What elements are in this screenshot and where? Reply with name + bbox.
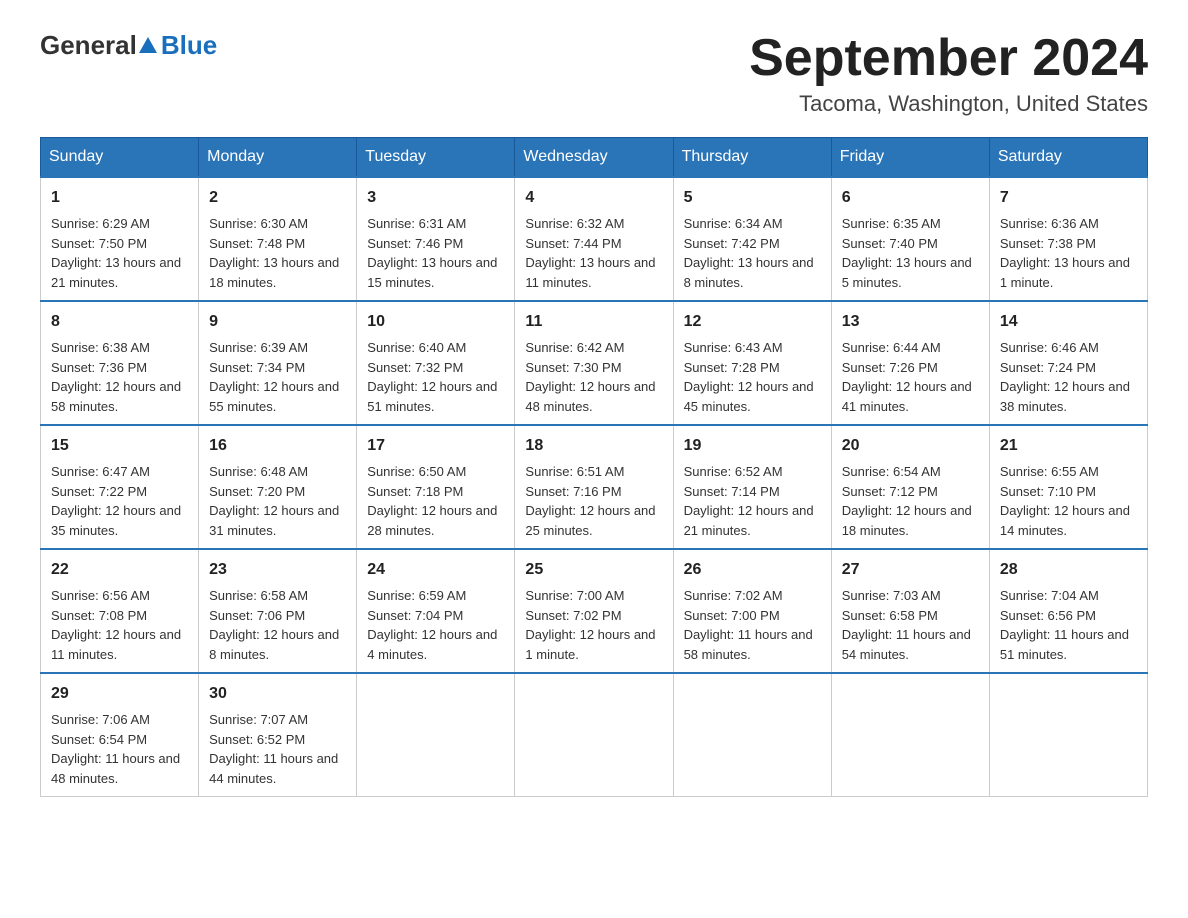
calendar-cell: 8Sunrise: 6:38 AMSunset: 7:36 PMDaylight… — [41, 301, 199, 425]
calendar-cell — [515, 673, 673, 797]
weekday-header-tuesday: Tuesday — [357, 138, 515, 178]
calendar-cell: 19Sunrise: 6:52 AMSunset: 7:14 PMDayligh… — [673, 425, 831, 549]
calendar-cell: 10Sunrise: 6:40 AMSunset: 7:32 PMDayligh… — [357, 301, 515, 425]
day-number: 22 — [51, 558, 188, 582]
day-number: 19 — [684, 434, 821, 458]
logo-blue-text: Blue — [161, 30, 217, 61]
calendar-cell: 24Sunrise: 6:59 AMSunset: 7:04 PMDayligh… — [357, 549, 515, 673]
day-number: 30 — [209, 682, 346, 706]
day-number: 9 — [209, 310, 346, 334]
day-number: 24 — [367, 558, 504, 582]
calendar-cell: 28Sunrise: 7:04 AMSunset: 6:56 PMDayligh… — [989, 549, 1147, 673]
calendar-cell: 12Sunrise: 6:43 AMSunset: 7:28 PMDayligh… — [673, 301, 831, 425]
calendar-cell: 21Sunrise: 6:55 AMSunset: 7:10 PMDayligh… — [989, 425, 1147, 549]
calendar-cell: 13Sunrise: 6:44 AMSunset: 7:26 PMDayligh… — [831, 301, 989, 425]
weekday-header-friday: Friday — [831, 138, 989, 178]
calendar-cell: 30Sunrise: 7:07 AMSunset: 6:52 PMDayligh… — [199, 673, 357, 797]
calendar-cell — [831, 673, 989, 797]
day-number: 13 — [842, 310, 979, 334]
calendar-cell: 2Sunrise: 6:30 AMSunset: 7:48 PMDaylight… — [199, 177, 357, 301]
weekday-header-thursday: Thursday — [673, 138, 831, 178]
logo-text: General Blue — [40, 30, 217, 61]
day-number: 11 — [525, 310, 662, 334]
day-number: 2 — [209, 186, 346, 210]
day-number: 15 — [51, 434, 188, 458]
title-area: September 2024 Tacoma, Washington, Unite… — [749, 30, 1148, 117]
calendar-cell: 20Sunrise: 6:54 AMSunset: 7:12 PMDayligh… — [831, 425, 989, 549]
weekday-header-monday: Monday — [199, 138, 357, 178]
calendar-cell: 26Sunrise: 7:02 AMSunset: 7:00 PMDayligh… — [673, 549, 831, 673]
day-number: 17 — [367, 434, 504, 458]
weekday-header-wednesday: Wednesday — [515, 138, 673, 178]
calendar-cell: 11Sunrise: 6:42 AMSunset: 7:30 PMDayligh… — [515, 301, 673, 425]
day-number: 12 — [684, 310, 821, 334]
logo-triangle-icon — [137, 35, 159, 57]
weekday-header-row: SundayMondayTuesdayWednesdayThursdayFrid… — [41, 138, 1148, 178]
day-number: 27 — [842, 558, 979, 582]
calendar-cell: 4Sunrise: 6:32 AMSunset: 7:44 PMDaylight… — [515, 177, 673, 301]
day-number: 3 — [367, 186, 504, 210]
calendar-cell: 22Sunrise: 6:56 AMSunset: 7:08 PMDayligh… — [41, 549, 199, 673]
logo: General Blue — [40, 30, 217, 61]
calendar-cell — [989, 673, 1147, 797]
calendar-cell: 1Sunrise: 6:29 AMSunset: 7:50 PMDaylight… — [41, 177, 199, 301]
calendar-cell: 29Sunrise: 7:06 AMSunset: 6:54 PMDayligh… — [41, 673, 199, 797]
day-number: 29 — [51, 682, 188, 706]
calendar-cell: 5Sunrise: 6:34 AMSunset: 7:42 PMDaylight… — [673, 177, 831, 301]
week-row-2: 8Sunrise: 6:38 AMSunset: 7:36 PMDaylight… — [41, 301, 1148, 425]
page-header: General Blue September 2024 Tacoma, Wash… — [40, 30, 1148, 117]
week-row-1: 1Sunrise: 6:29 AMSunset: 7:50 PMDaylight… — [41, 177, 1148, 301]
day-number: 7 — [1000, 186, 1137, 210]
day-number: 10 — [367, 310, 504, 334]
day-number: 23 — [209, 558, 346, 582]
calendar-cell: 17Sunrise: 6:50 AMSunset: 7:18 PMDayligh… — [357, 425, 515, 549]
calendar-cell: 3Sunrise: 6:31 AMSunset: 7:46 PMDaylight… — [357, 177, 515, 301]
day-number: 16 — [209, 434, 346, 458]
day-number: 18 — [525, 434, 662, 458]
location-title: Tacoma, Washington, United States — [749, 91, 1148, 117]
day-number: 20 — [842, 434, 979, 458]
calendar-cell: 27Sunrise: 7:03 AMSunset: 6:58 PMDayligh… — [831, 549, 989, 673]
calendar-cell: 23Sunrise: 6:58 AMSunset: 7:06 PMDayligh… — [199, 549, 357, 673]
week-row-5: 29Sunrise: 7:06 AMSunset: 6:54 PMDayligh… — [41, 673, 1148, 797]
calendar-cell: 18Sunrise: 6:51 AMSunset: 7:16 PMDayligh… — [515, 425, 673, 549]
calendar-cell: 6Sunrise: 6:35 AMSunset: 7:40 PMDaylight… — [831, 177, 989, 301]
day-number: 8 — [51, 310, 188, 334]
calendar-cell — [673, 673, 831, 797]
day-number: 25 — [525, 558, 662, 582]
calendar-cell: 14Sunrise: 6:46 AMSunset: 7:24 PMDayligh… — [989, 301, 1147, 425]
day-number: 28 — [1000, 558, 1137, 582]
day-number: 14 — [1000, 310, 1137, 334]
calendar-table: SundayMondayTuesdayWednesdayThursdayFrid… — [40, 137, 1148, 797]
calendar-cell: 25Sunrise: 7:00 AMSunset: 7:02 PMDayligh… — [515, 549, 673, 673]
month-title: September 2024 — [749, 30, 1148, 87]
logo-general-text: General — [40, 30, 137, 61]
calendar-cell: 9Sunrise: 6:39 AMSunset: 7:34 PMDaylight… — [199, 301, 357, 425]
day-number: 26 — [684, 558, 821, 582]
day-number: 4 — [525, 186, 662, 210]
weekday-header-sunday: Sunday — [41, 138, 199, 178]
day-number: 6 — [842, 186, 979, 210]
week-row-4: 22Sunrise: 6:56 AMSunset: 7:08 PMDayligh… — [41, 549, 1148, 673]
calendar-cell: 15Sunrise: 6:47 AMSunset: 7:22 PMDayligh… — [41, 425, 199, 549]
calendar-cell: 16Sunrise: 6:48 AMSunset: 7:20 PMDayligh… — [199, 425, 357, 549]
week-row-3: 15Sunrise: 6:47 AMSunset: 7:22 PMDayligh… — [41, 425, 1148, 549]
day-number: 5 — [684, 186, 821, 210]
calendar-cell — [357, 673, 515, 797]
day-number: 1 — [51, 186, 188, 210]
day-number: 21 — [1000, 434, 1137, 458]
calendar-cell: 7Sunrise: 6:36 AMSunset: 7:38 PMDaylight… — [989, 177, 1147, 301]
weekday-header-saturday: Saturday — [989, 138, 1147, 178]
